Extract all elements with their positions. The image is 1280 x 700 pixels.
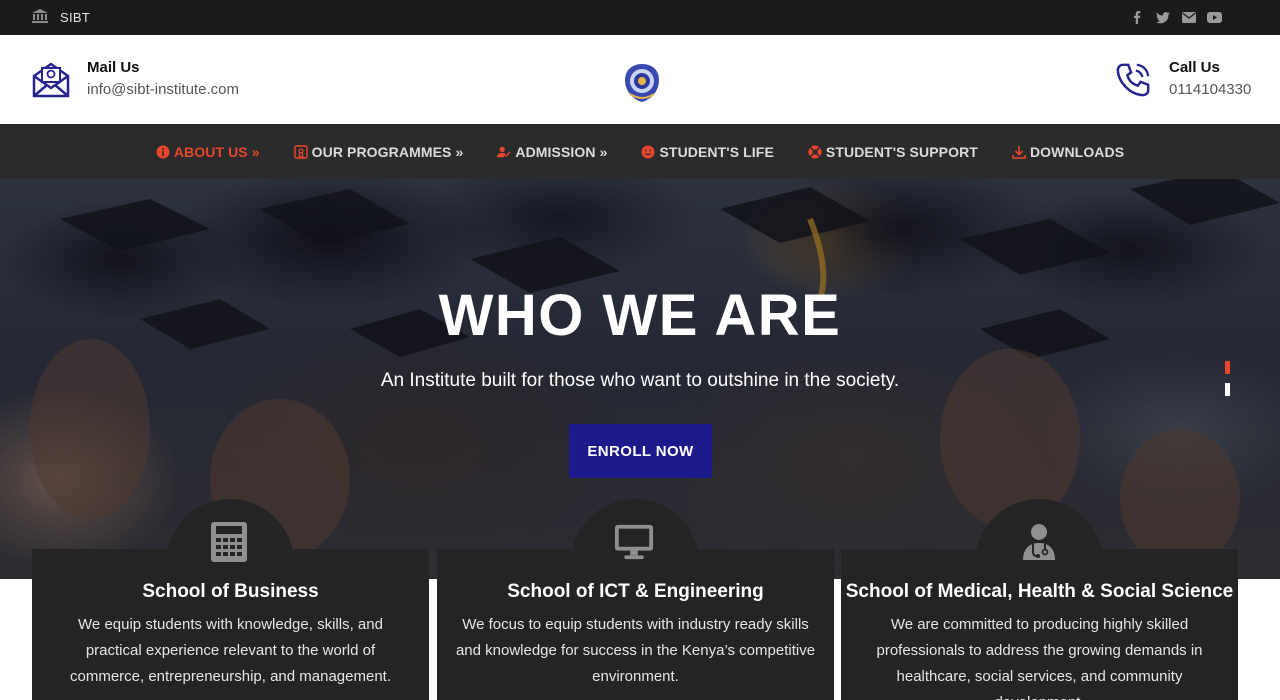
doctor-icon <box>1019 521 1059 563</box>
school-title: School of ICT & Engineering <box>507 581 764 602</box>
calculator-icon <box>209 521 249 563</box>
school-card-medical[interactable]: School of Medical, Health & Social Scien… <box>841 549 1238 700</box>
hero-subtitle: An Institute built for those who want to… <box>380 370 900 391</box>
topbar-brand[interactable]: SIBT <box>32 0 90 35</box>
nav-label-downloads: Downloads <box>1029 143 1125 160</box>
school-description: We equip students with knowledge, skills… <box>69 616 391 685</box>
school-description: We are committed to producing highly ski… <box>876 616 1203 700</box>
institute-logo[interactable] <box>622 62 662 104</box>
youtube-icon[interactable] <box>1207 10 1222 25</box>
nav-item-about-us[interactable]: About Us » <box>139 144 277 160</box>
info-circle-icon <box>156 145 170 159</box>
slide-indicator-2[interactable] <box>1225 383 1230 396</box>
certificate-icon <box>293 144 308 159</box>
social-links <box>1129 0 1222 35</box>
nav-item-admission[interactable]: Admission » <box>480 144 624 160</box>
mail-envelope-icon <box>32 61 70 99</box>
institution-icon <box>32 9 48 26</box>
nav-label-students-support: Student's Support <box>825 143 978 160</box>
call-contact[interactable]: Call Us 0114104330 <box>1114 35 1251 124</box>
hero-headline: WHO WE ARE <box>438 283 842 348</box>
school-title: School of Medical, Health & Social Scien… <box>845 581 1234 602</box>
top-bar: SIBT <box>0 0 1280 35</box>
nav-item-students-support[interactable]: Student's Support <box>791 144 995 160</box>
school-description: We focus to equip students with industry… <box>455 616 816 685</box>
slider-indicators <box>1225 361 1230 405</box>
nav-item-downloads[interactable]: Downloads <box>995 144 1141 160</box>
envelope-icon[interactable] <box>1181 10 1196 25</box>
brand-label: SIBT <box>60 10 91 25</box>
nav-label-our-programmes: Our Programmes » <box>311 143 464 160</box>
nav-label-admission: Admission » <box>515 143 608 160</box>
facebook-icon[interactable] <box>1129 10 1144 25</box>
phone-number[interactable]: 0114104330 <box>1169 78 1251 102</box>
nav-label-about-us: About Us » <box>173 143 260 160</box>
mail-title: Mail Us <box>87 58 140 76</box>
mail-address[interactable]: info@sibt-institute.com <box>87 78 239 102</box>
smile-icon <box>641 145 655 159</box>
nav-item-our-programmes[interactable]: Our Programmes » <box>277 144 481 160</box>
main-navigation: About Us » Our Programmes » Admission » … <box>0 124 1280 179</box>
slide-indicator-1[interactable] <box>1225 361 1230 374</box>
call-title: Call Us <box>1169 58 1220 76</box>
download-icon <box>1012 145 1026 159</box>
phone-icon <box>1114 61 1152 99</box>
lifebuoy-icon <box>808 145 822 159</box>
twitter-icon[interactable] <box>1155 10 1170 25</box>
desktop-icon <box>614 521 654 563</box>
school-card-business[interactable]: School of Business We equip students wit… <box>32 549 429 700</box>
site-header: Mail Us info@sibt-institute.com Call Us … <box>0 35 1280 124</box>
nav-label-students-life: Student's Life <box>659 143 774 160</box>
nav-item-students-life[interactable]: Student's Life <box>624 144 790 160</box>
user-edit-icon <box>497 145 511 159</box>
enroll-now-button[interactable]: ENROLL NOW <box>569 424 712 478</box>
mail-contact[interactable]: Mail Us info@sibt-institute.com <box>32 35 239 124</box>
school-title: School of Business <box>142 581 319 602</box>
school-card-ict[interactable]: School of ICT & Engineering We focus to … <box>437 549 834 700</box>
